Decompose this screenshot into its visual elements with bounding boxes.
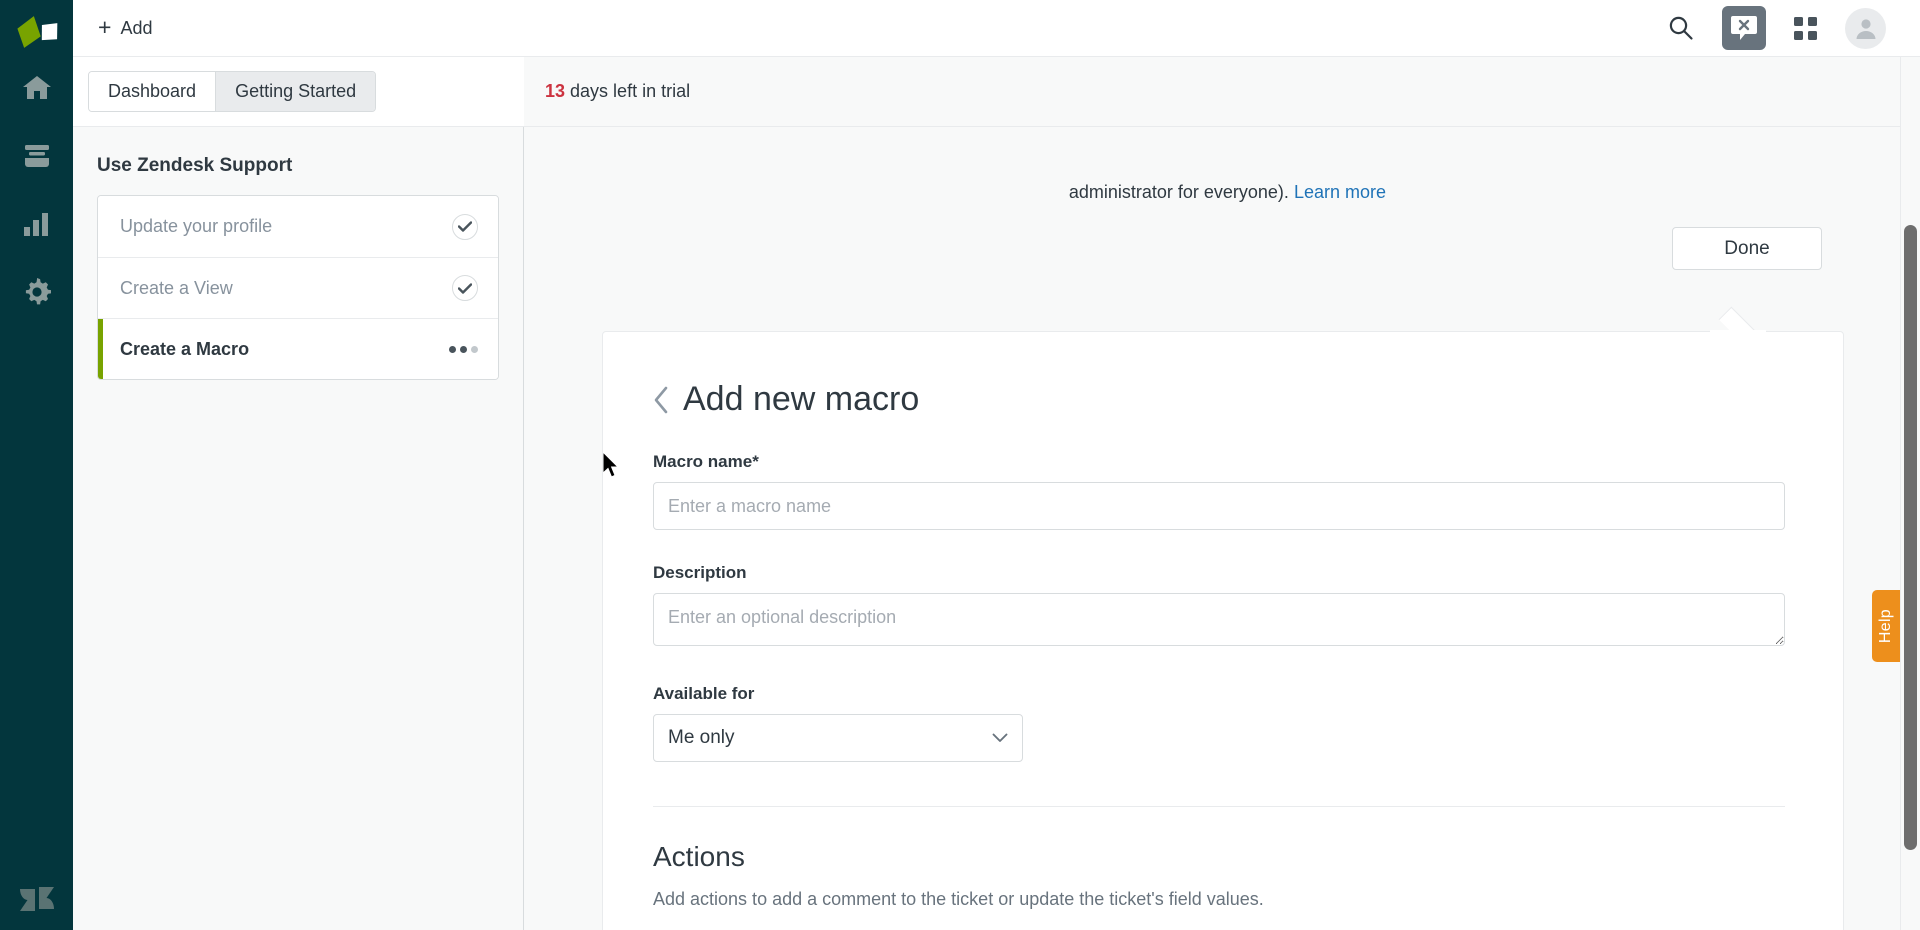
dot <box>460 345 467 353</box>
checklist-item-create-view[interactable]: Create a View <box>98 257 498 318</box>
checklist-item-update-profile[interactable]: Update your profile <box>98 196 498 257</box>
onboarding-tooltip-text: administrator for everyone). Learn more <box>1069 182 1386 203</box>
search-icon[interactable] <box>1668 15 1694 41</box>
panel-title: Use Zendesk Support <box>97 155 293 176</box>
add-button[interactable]: + Add <box>98 13 153 40</box>
tab-dashboard[interactable]: Dashboard <box>89 72 216 111</box>
vertical-scrollbar-thumb[interactable] <box>1904 225 1917 850</box>
section-divider <box>653 806 1785 807</box>
header-actions <box>1668 6 1886 50</box>
grid-cell <box>1794 30 1803 40</box>
page-title: Add new macro <box>683 380 920 418</box>
macro-name-label: Macro name* <box>653 452 759 471</box>
add-macro-form: Add new macro Macro name* Description Av… <box>603 332 1843 930</box>
checklist-item-status <box>449 345 478 353</box>
tab-group: Dashboard Getting Started <box>88 71 377 112</box>
macro-description-label: Description <box>653 563 747 582</box>
available-for-label: Available for <box>653 684 755 703</box>
checklist-item-status <box>452 213 478 240</box>
grid-cell <box>1808 16 1817 26</box>
available-for-selected-value: Me only <box>668 727 735 748</box>
macro-description-input[interactable] <box>653 593 1785 646</box>
actions-description: Add actions to add a comment to the tick… <box>653 889 1264 909</box>
add-macro-card: Add new macro Macro name* Description Av… <box>602 331 1844 930</box>
onboarding-checklist: Update your profile Create a View Create… <box>97 195 499 380</box>
checklist-item-label: Create a View <box>120 277 233 298</box>
trial-banner-label: days left in trial <box>570 81 691 101</box>
tab-strip: Dashboard Getting Started <box>73 57 524 127</box>
trial-days-count: 13 <box>545 81 566 101</box>
done-button-wrap: Done <box>1672 227 1822 270</box>
checklist-item-create-macro[interactable]: Create a Macro <box>98 318 498 379</box>
product-rail <box>0 0 73 930</box>
home-icon <box>22 74 52 102</box>
chevron-down-icon <box>992 733 1008 743</box>
top-header: + Add <box>73 0 1920 57</box>
user-avatar-icon[interactable] <box>1845 7 1886 49</box>
plus-icon: + <box>98 13 112 40</box>
main-content: 13 days left in trial administrator for … <box>524 57 1920 930</box>
zendesk-z-logo <box>0 884 73 914</box>
rail-item-views[interactable] <box>0 122 73 190</box>
chat-bubble-x-icon[interactable] <box>1722 6 1766 50</box>
products-grid-icon[interactable] <box>1794 16 1817 40</box>
checklist-item-label: Update your profile <box>120 216 273 236</box>
checklist-item-status <box>452 275 478 301</box>
available-for-select-wrap: Me only <box>653 714 1023 762</box>
dot <box>449 345 456 353</box>
tab-getting-started[interactable]: Getting Started <box>215 72 376 111</box>
trial-banner: 13 days left in trial <box>524 57 1920 127</box>
add-button-label: Add <box>120 17 153 38</box>
gear-icon <box>23 278 51 306</box>
tooltip-body: administrator for everyone). <box>1068 182 1289 202</box>
grid-cell <box>1794 16 1803 26</box>
help-tab-label: Help <box>1877 608 1894 644</box>
actions-heading: Actions <box>653 841 745 872</box>
check-icon <box>452 275 478 301</box>
dot <box>471 345 478 353</box>
zendesk-leaves-logo[interactable] <box>14 14 60 54</box>
check-icon <box>452 213 478 240</box>
grid-cell <box>1808 30 1817 40</box>
getting-started-panel: Use Zendesk Support Update your profile … <box>73 127 524 930</box>
learn-more-link[interactable]: Learn more <box>1294 182 1386 202</box>
help-tab[interactable]: Help <box>1872 590 1900 662</box>
macro-name-field: Macro name* <box>653 452 1793 530</box>
macro-description-field: Description <box>653 563 1793 651</box>
card-pointer-mask <box>1710 330 1766 338</box>
available-for-field: Available for Me only <box>653 684 1793 762</box>
available-for-select[interactable]: Me only <box>653 714 1023 762</box>
checklist-item-label: Create a Macro <box>120 338 250 359</box>
card-header: Add new macro <box>653 380 1793 419</box>
macro-name-input[interactable] <box>653 482 1785 530</box>
three-dots-icon <box>449 345 478 353</box>
rail-item-admin[interactable] <box>0 258 73 326</box>
rail-item-reporting[interactable] <box>0 190 73 258</box>
zendesk-support-window: + Add Dashboard Getting Started Use Zend… <box>0 0 1920 930</box>
chevron-left-icon[interactable] <box>653 386 670 414</box>
done-button[interactable]: Done <box>1672 227 1822 270</box>
rail-item-home[interactable] <box>0 54 73 122</box>
views-inbox-icon <box>23 143 51 169</box>
reporting-bars-icon <box>23 212 51 236</box>
